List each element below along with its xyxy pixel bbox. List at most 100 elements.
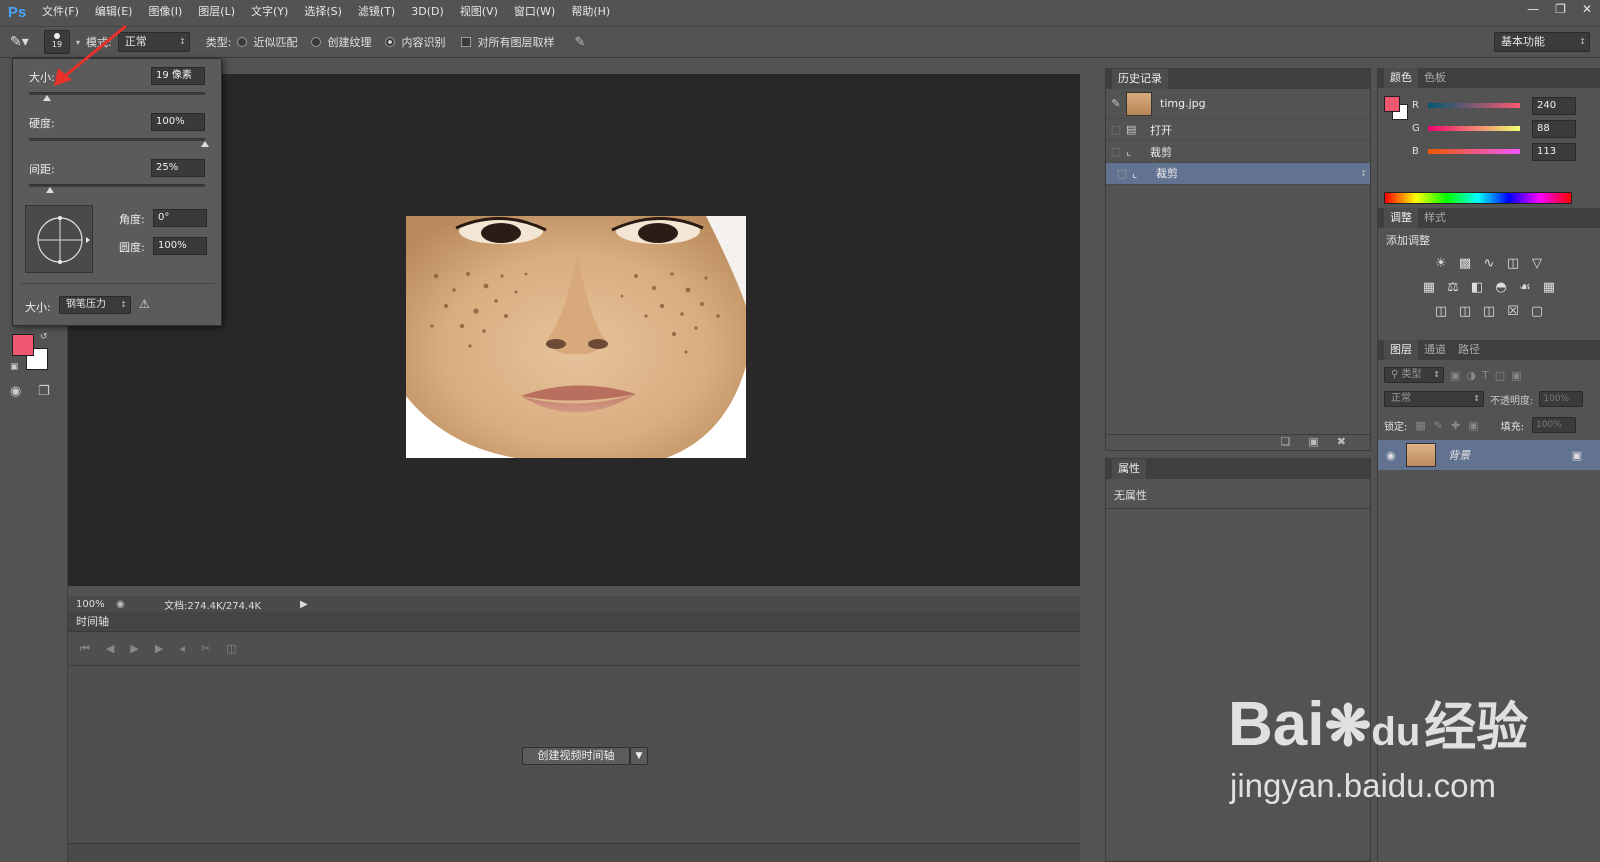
zoom-readout[interactable]: 100% (68, 599, 116, 610)
menu-type[interactable]: 文字(Y) (243, 0, 296, 24)
workspace-select[interactable]: 基本功能 (1494, 32, 1590, 52)
spacing-slider[interactable] (29, 184, 205, 187)
sample-all-label[interactable]: 对所有图层取样 (477, 34, 554, 50)
create-video-timeline-dropdown[interactable]: ▼ (630, 747, 648, 765)
audio-icon[interactable]: ◂ (179, 642, 185, 655)
filter-shape-icon[interactable]: □ (1495, 369, 1505, 382)
filter-type-icon[interactable]: T (1482, 369, 1489, 382)
history-item[interactable]: □ ▤ 打开 (1106, 119, 1370, 141)
hardness-slider[interactable] (29, 138, 205, 141)
color-lookup-icon[interactable]: ▦ (1540, 278, 1558, 296)
history-snapshot[interactable]: ✎ timg.jpg (1106, 89, 1370, 119)
size-slider-thumb[interactable] (42, 95, 51, 101)
status-info-icon[interactable]: ◉ (116, 599, 140, 610)
tab-paths[interactable]: 路径 (1452, 340, 1486, 360)
hardness-field[interactable]: 100% (151, 113, 205, 131)
layer-row[interactable]: ◉ 背景 ▣ (1378, 440, 1600, 470)
type-radio-texture[interactable] (311, 37, 322, 47)
tab-adjustments[interactable]: 调整 (1384, 208, 1418, 228)
lock-position-icon[interactable]: ✚ (1451, 419, 1460, 432)
green-value[interactable]: 88 (1532, 119, 1576, 138)
type-option-texture[interactable]: 创建纹理 (327, 34, 371, 50)
menu-filter[interactable]: 滤镜(T) (350, 0, 403, 24)
channel-mixer-icon[interactable]: ☙ (1516, 278, 1534, 296)
pressure-select[interactable]: 钢笔压力 (59, 296, 131, 314)
history-item[interactable]: □ ⌞ 裁剪 (1106, 141, 1370, 163)
filter-smart-icon[interactable]: ▣ (1511, 369, 1521, 382)
brightness-icon[interactable]: ☀ (1432, 254, 1450, 272)
blend-mode-select[interactable]: 正常 (1384, 391, 1484, 407)
trash-icon[interactable]: ✖ (1337, 435, 1346, 450)
gradient-map-icon[interactable]: ▢ (1528, 302, 1546, 320)
tab-properties[interactable]: 属性 (1112, 459, 1146, 479)
red-slider[interactable] (1428, 103, 1520, 108)
filter-pixel-icon[interactable]: ▣ (1450, 369, 1460, 382)
close-icon[interactable]: ✕ (1582, 2, 1592, 16)
curves-icon[interactable]: ∿ (1480, 254, 1498, 272)
timeline-title[interactable]: 时间轴 (76, 615, 109, 628)
posterize-icon[interactable]: ◫ (1456, 302, 1474, 320)
tab-color[interactable]: 颜色 (1384, 68, 1418, 88)
spacing-field[interactable]: 25% (151, 159, 205, 177)
play-icon[interactable]: ▶ (130, 642, 138, 655)
blue-value[interactable]: 113 (1532, 142, 1576, 161)
history-item-selected[interactable]: □ ⌞ 裁剪 (1106, 163, 1370, 185)
green-slider[interactable] (1428, 126, 1520, 131)
menu-help[interactable]: 帮助(H) (563, 0, 618, 24)
exposure-icon[interactable]: ◫ (1504, 254, 1522, 272)
new-document-from-state-icon[interactable]: ❏ (1281, 435, 1291, 450)
black-white-icon[interactable]: ◧ (1468, 278, 1486, 296)
tab-channels[interactable]: 通道 (1418, 340, 1452, 360)
eye-icon[interactable]: ◉ (1386, 449, 1406, 462)
brush-angle-preview[interactable] (25, 205, 93, 273)
tab-swatches[interactable]: 色板 (1418, 68, 1452, 88)
color-balance-icon[interactable]: ⚖ (1444, 278, 1462, 296)
layer-name[interactable]: 背景 (1448, 447, 1572, 463)
spacing-slider-thumb[interactable] (46, 187, 55, 193)
pressure-icon[interactable]: ✎ (574, 35, 585, 50)
vibrance-icon[interactable]: ▽ (1528, 254, 1546, 272)
red-value[interactable]: 240 (1532, 96, 1576, 115)
swap-colors-icon[interactable]: ↺ (40, 332, 48, 342)
sample-all-checkbox[interactable] (461, 37, 472, 47)
document-image[interactable] (406, 216, 746, 458)
invert-icon[interactable]: ◫ (1432, 302, 1450, 320)
opacity-value[interactable]: 100% (1539, 391, 1584, 407)
lock-transparent-icon[interactable]: ▦ (1415, 419, 1425, 432)
tab-styles[interactable]: 样式 (1418, 208, 1452, 228)
previous-frame-icon[interactable]: ◀ (106, 642, 114, 655)
type-radio-proximity[interactable] (237, 37, 248, 47)
restore-icon[interactable]: ❐ (1555, 2, 1566, 16)
fg-color-swatch[interactable] (1384, 96, 1400, 112)
menu-3d[interactable]: 3D(D) (403, 0, 452, 24)
angle-field[interactable]: 0° (153, 209, 207, 227)
history-item-checkbox[interactable]: □ (1112, 165, 1132, 183)
menu-select[interactable]: 选择(S) (296, 0, 350, 24)
layer-filter-select[interactable]: ⚲ 类型 (1384, 367, 1444, 383)
transition-icon[interactable]: ◫ (226, 642, 236, 655)
foreground-color-swatch[interactable] (12, 334, 34, 356)
type-radio-content-aware[interactable] (385, 37, 396, 47)
type-option-proximity[interactable]: 近似匹配 (253, 34, 297, 50)
split-scissors-icon[interactable]: ✂ (201, 642, 210, 655)
hardness-slider-thumb[interactable] (201, 141, 209, 147)
threshold-icon[interactable]: ◫ (1480, 302, 1498, 320)
lock-all-icon[interactable]: ▣ (1468, 419, 1478, 432)
quick-mask-icon[interactable]: ◉ (10, 384, 21, 399)
size-field[interactable]: 19 像素 (151, 67, 205, 85)
size-slider[interactable] (29, 92, 205, 95)
filter-adjustment-icon[interactable]: ◑ (1466, 369, 1476, 382)
default-colors-icon[interactable]: ▣ (10, 362, 19, 372)
tab-history[interactable]: 历史记录 (1112, 69, 1168, 89)
blue-slider[interactable] (1428, 149, 1520, 154)
menu-view[interactable]: 视图(V) (452, 0, 506, 24)
camera-icon[interactable]: ▣ (1308, 435, 1318, 450)
menu-layer[interactable]: 图层(L) (190, 0, 243, 24)
next-frame-icon[interactable]: ▶ (155, 642, 163, 655)
create-video-timeline-button[interactable]: 创建视频时间轴 (522, 747, 630, 765)
lock-pixels-icon[interactable]: ✎ (1434, 419, 1443, 432)
status-menu-arrow-icon[interactable]: ▶ (300, 599, 308, 610)
type-option-content-aware[interactable]: 内容识别 (401, 34, 445, 50)
hue-saturation-icon[interactable]: ▦ (1420, 278, 1438, 296)
photo-filter-icon[interactable]: ◓ (1492, 278, 1510, 296)
